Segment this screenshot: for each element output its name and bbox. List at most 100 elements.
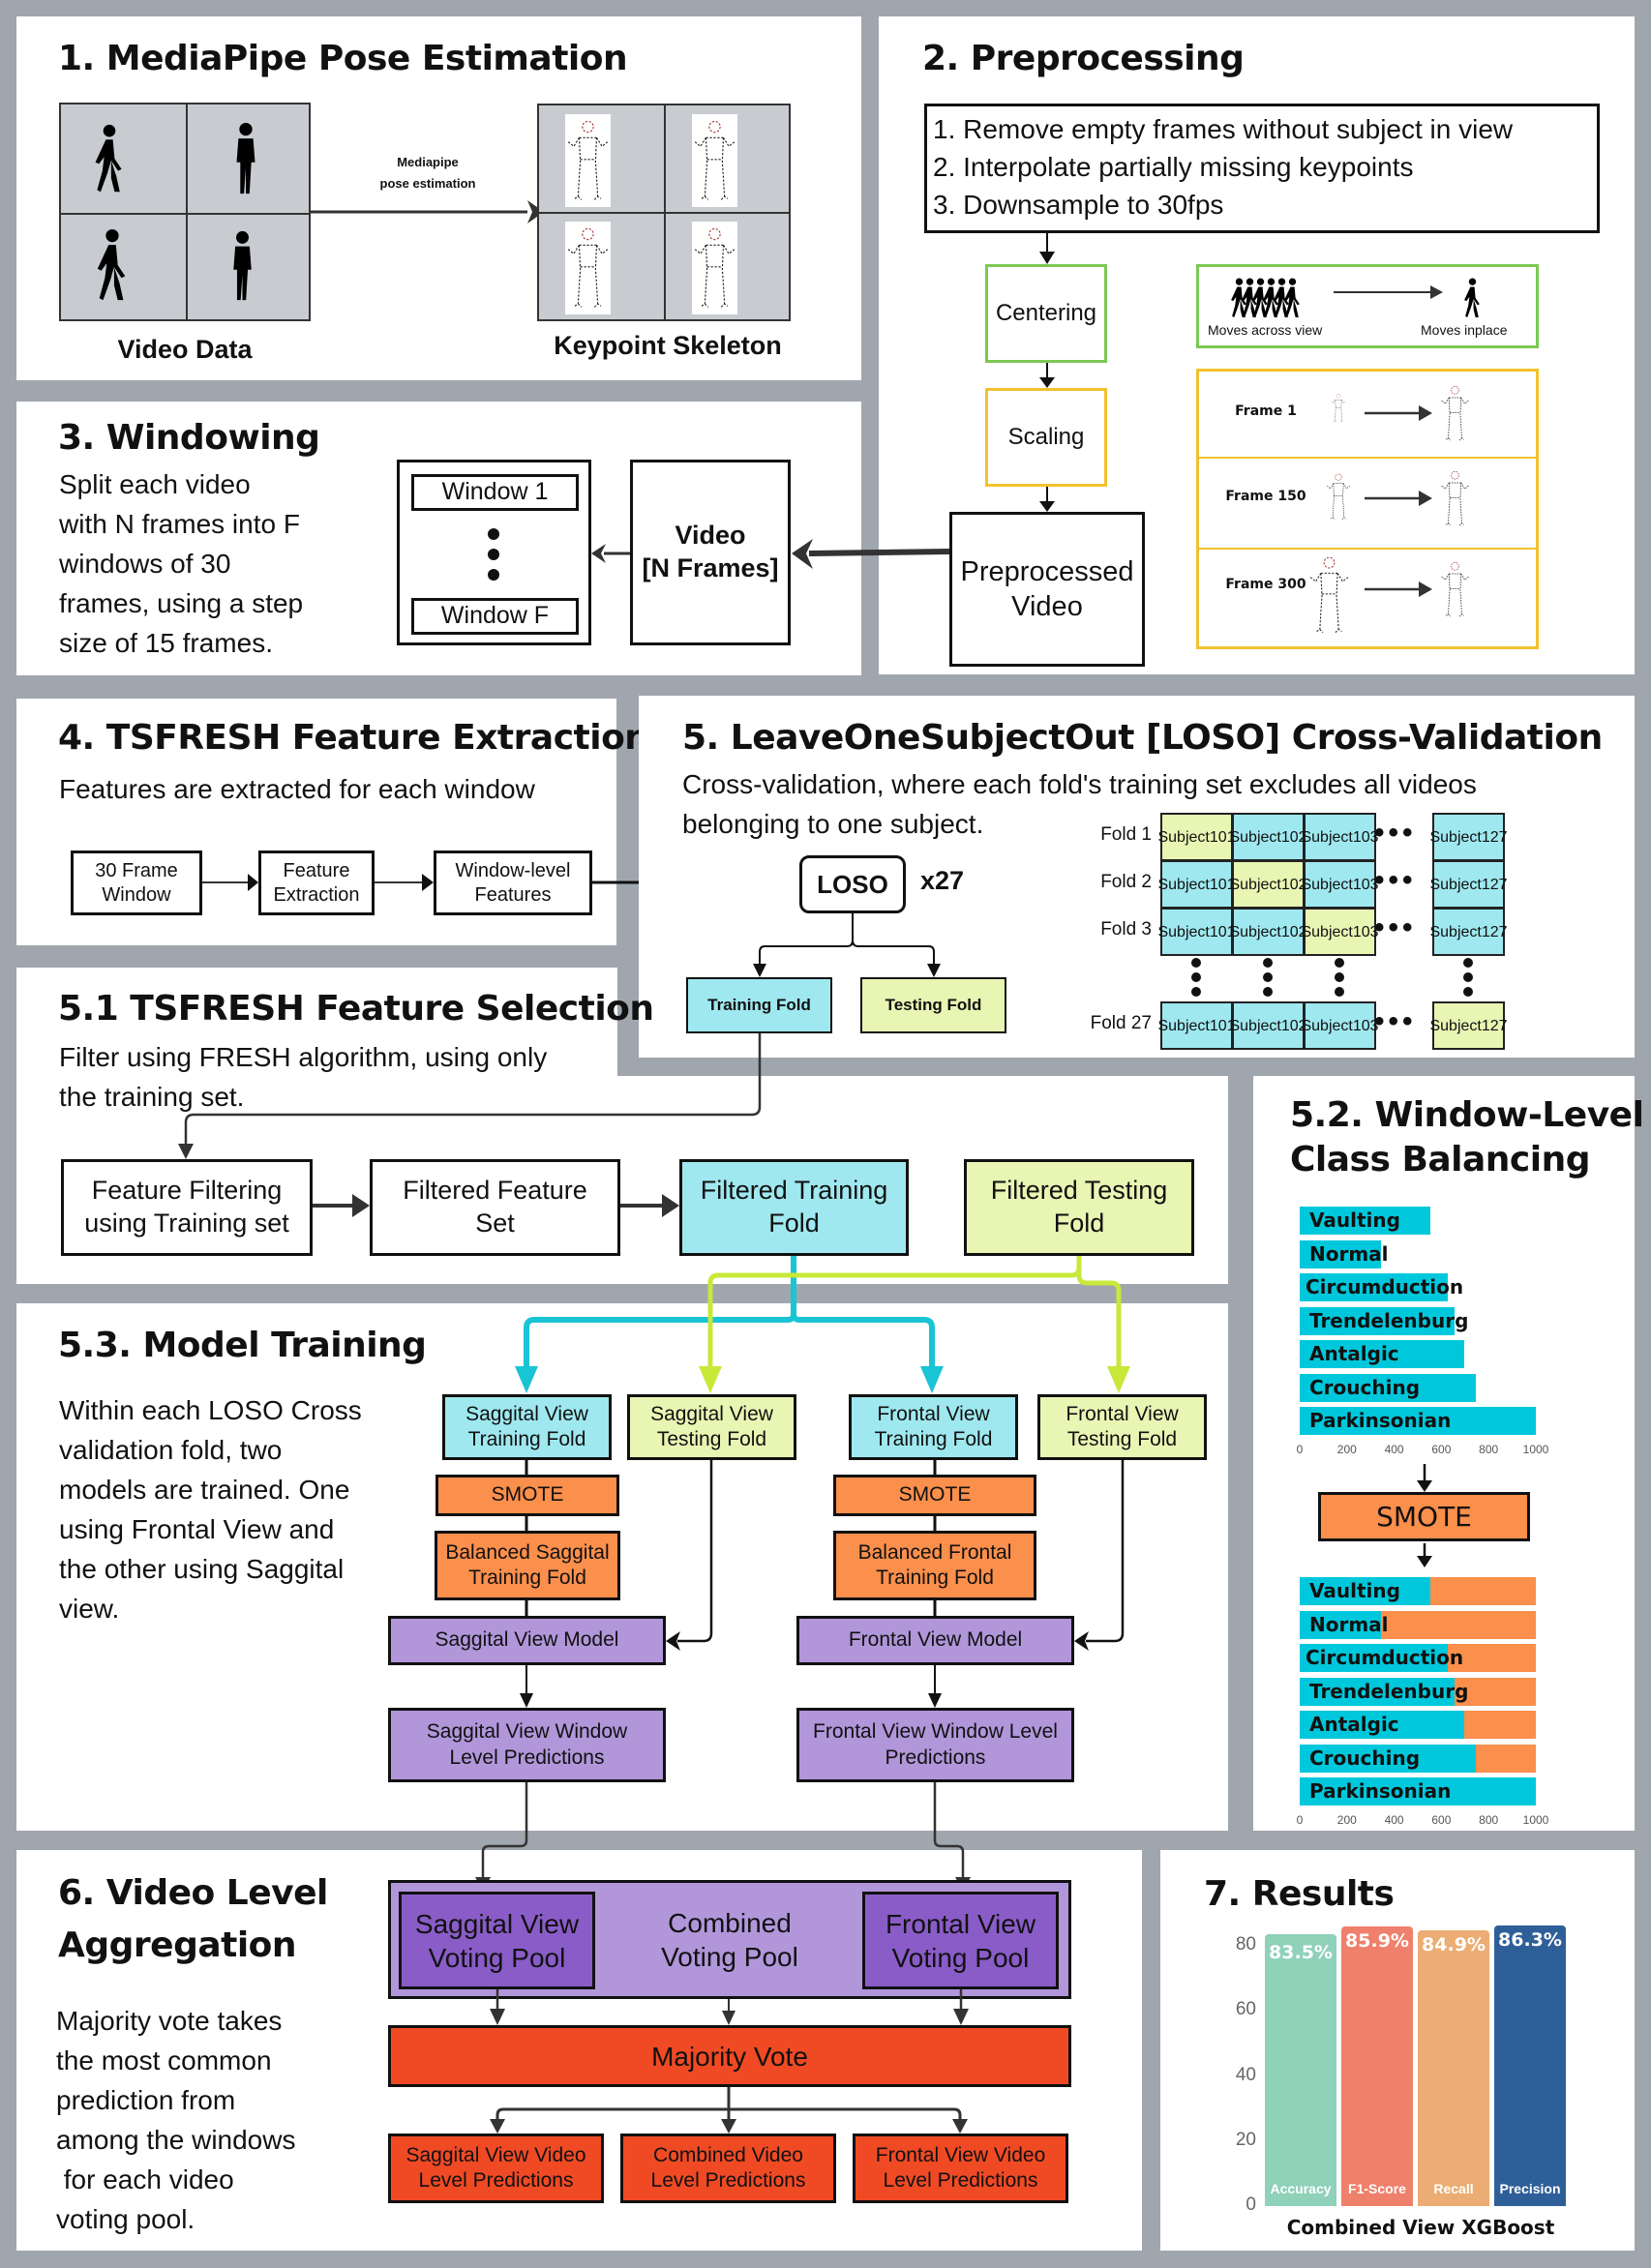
test-subject-cell: Subject 103: [1301, 908, 1379, 956]
result-bar: [1418, 1929, 1489, 2206]
class-bar-label: Parkinsonian: [1309, 1409, 1452, 1432]
smote-synthetic-bar: [1430, 1577, 1536, 1605]
x-tick-label: 600: [1431, 1442, 1452, 1456]
x-tick-label: 800: [1479, 1442, 1499, 1456]
ellipsis-icon: •••: [1374, 864, 1417, 896]
result-value-label: 83.5%: [1269, 1942, 1333, 1964]
arrow-label-line2: pose estimation: [379, 176, 476, 191]
window-level-features-box: Window-level Features: [434, 850, 592, 915]
source-skeleton-icon: [1309, 556, 1349, 634]
x-tick-label: 1000: [1522, 1812, 1549, 1827]
result-value-label: 84.9%: [1422, 1933, 1486, 1955]
section-title-5-2: 5.2. Window-Level Class Balancing: [1290, 1095, 1644, 1179]
moves-inplace-label: Moves inplace: [1421, 322, 1508, 338]
class-bar-label: Vaulting: [1309, 1579, 1400, 1602]
frame-label: Frame 150: [1225, 489, 1306, 504]
saggital-testing-fold-box: Saggital View Testing Fold: [627, 1394, 796, 1460]
y-tick-label: 80: [1235, 1934, 1256, 1955]
vertical-ellipsis-dot: [1263, 972, 1273, 982]
x-tick-label: 200: [1336, 1442, 1357, 1456]
class-bar-label: Antalgic: [1309, 1342, 1399, 1365]
balanced-frontal-training-fold-box: Balanced Frontal Training Fold: [833, 1531, 1036, 1600]
train-subject-cell: Subject 102: [1229, 813, 1307, 861]
result-bar: [1494, 1925, 1566, 2206]
vertical-ellipsis-dot: [1263, 987, 1273, 997]
y-tick-label: 20: [1235, 2129, 1256, 2150]
x-tick-label: 600: [1431, 1812, 1452, 1827]
fold-label: Fold 2: [1100, 872, 1152, 892]
frontal-video-predictions-box: Frontal View Video Level Predictions: [853, 2134, 1068, 2203]
standing-person-icon: [233, 230, 252, 301]
frontal-view-model-box: Frontal View Model: [796, 1616, 1074, 1665]
preprocessing-steps-box: 1. Remove empty frames without subject i…: [924, 104, 1600, 233]
keypoint-skeleton-caption: Keypoint Skeleton: [554, 331, 782, 360]
test-subject-cell: Subject 127: [1429, 1001, 1508, 1050]
feature-extraction-description: Features are extracted for each window: [59, 774, 535, 804]
ellipsis-dot: [488, 569, 499, 581]
ellipsis-dot: [488, 549, 499, 560]
arrow-label-line1: Mediapipe: [397, 155, 459, 169]
combined-video-predictions-box: Combined Video Level Predictions: [620, 2134, 836, 2203]
keypoint-skeleton-icon: [567, 227, 609, 308]
x-tick-label: 0: [1296, 1442, 1304, 1456]
vertical-ellipsis-dot: [1191, 972, 1201, 982]
vertical-ellipsis-dot: [1335, 958, 1344, 968]
scaled-skeleton-icon: [1441, 470, 1469, 526]
scaled-skeleton-icon: [1441, 561, 1469, 617]
section-title-7: 7. Results: [1204, 1874, 1395, 1914]
train-subject-cell: Subject 103: [1301, 813, 1379, 861]
x-tick-label: 1000: [1522, 1442, 1549, 1456]
train-subject-cell: Subject 101: [1157, 1001, 1236, 1050]
x-tick-label: 0: [1296, 1812, 1304, 1827]
filtered-training-fold-box: Filtered Training Fold: [679, 1159, 909, 1256]
saggital-voting-pool-box: Saggital View Voting Pool: [399, 1892, 595, 1989]
class-bar-label: Vaulting: [1309, 1209, 1400, 1232]
filtered-testing-fold-box: Filtered Testing Fold: [964, 1159, 1194, 1256]
class-bar-label: Antalgic: [1309, 1713, 1399, 1736]
section-title-1: 1. MediaPipe Pose Estimation: [58, 39, 628, 78]
window-first-box: Window 1: [411, 474, 579, 511]
smote-synthetic-bar: [1463, 1711, 1536, 1739]
source-skeleton-icon: [1331, 394, 1346, 423]
walking-person-icon: [97, 228, 126, 301]
section-title-5-3: 5.3. Model Training: [58, 1326, 427, 1365]
class-bar-label: Circumduction: [1306, 1646, 1464, 1669]
train-subject-cell: Subject 102: [1229, 908, 1307, 956]
testing-fold-box: Testing Fold: [860, 977, 1006, 1033]
ellipsis-icon: •••: [1374, 1005, 1417, 1037]
section-title-3: 3. Windowing: [58, 418, 320, 458]
saggital-video-predictions-box: Saggital View Video Level Predictions: [388, 2134, 604, 2203]
class-bar-label: Crouching: [1309, 1375, 1421, 1399]
keypoint-skeleton-icon: [694, 120, 735, 200]
scaling-box: Scaling: [985, 388, 1107, 487]
train-subject-cell: Subject 102: [1229, 1001, 1307, 1050]
preprocessed-video-box: Preprocessed Video: [949, 512, 1145, 667]
x-tick-label: 800: [1479, 1812, 1499, 1827]
source-skeleton-icon: [1327, 473, 1350, 520]
feature-selection-description: Filter using FRESH algorithm, using only…: [59, 1042, 548, 1112]
window-last-box: Window F: [411, 598, 579, 635]
result-category-label: Precision: [1499, 2181, 1561, 2196]
walking-person-icon: [1284, 278, 1300, 317]
result-bar: [1341, 1926, 1413, 2206]
ellipsis-icon: •••: [1374, 817, 1417, 849]
keypoint-skeleton-icon: [567, 120, 609, 200]
frontal-training-fold-box: Frontal View Training Fold: [849, 1394, 1018, 1460]
feature-filtering-box: Feature Filtering using Training set: [61, 1159, 313, 1256]
fold-label: Fold 3: [1100, 919, 1152, 940]
ellipsis-icon: •••: [1374, 911, 1417, 943]
x-tick-label: 400: [1384, 1812, 1404, 1827]
train-subject-cell: Subject 127: [1429, 813, 1508, 861]
section-title-6: 6. Video Level Aggregation: [58, 1873, 328, 1965]
y-tick-label: 0: [1246, 2194, 1256, 2215]
frame-label: Frame 1: [1235, 403, 1297, 419]
section-title-5: 5. LeaveOneSubjectOut [LOSO] Cross-Valid…: [682, 718, 1603, 758]
test-subject-cell: Subject 102: [1229, 860, 1307, 909]
feature-extraction-box: Feature Extraction: [258, 850, 375, 915]
x-tick-label: 200: [1336, 1812, 1357, 1827]
class-bar-label: Trendelenburg: [1309, 1308, 1469, 1332]
x-tick-label: 400: [1384, 1442, 1404, 1456]
frontal-window-predictions-box: Frontal View Window Level Predictions: [796, 1708, 1074, 1782]
train-subject-cell: Subject 127: [1429, 860, 1508, 909]
scaling-arrow: [1365, 582, 1432, 597]
